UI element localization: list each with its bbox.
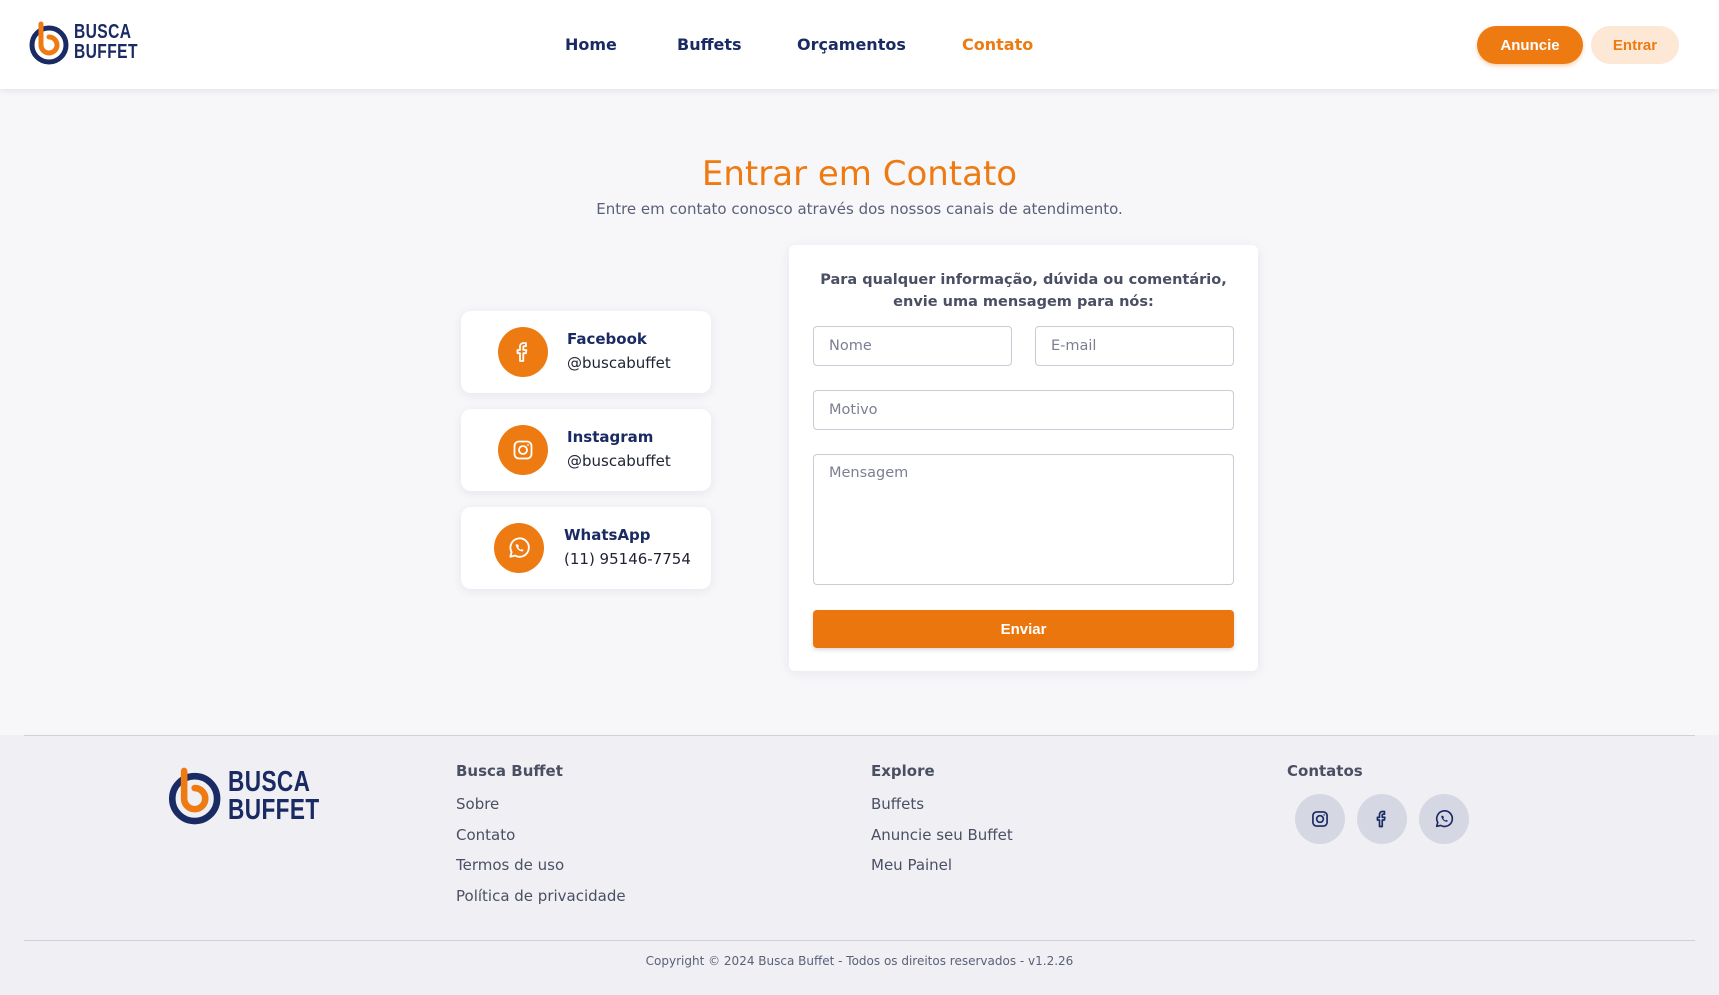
footer-instagram-icon[interactable] <box>1295 794 1345 844</box>
submit-button[interactable]: Enviar <box>813 610 1234 648</box>
facebook-icon <box>498 327 548 377</box>
channel-name: WhatsApp <box>564 526 651 544</box>
channel-value: @buscabuffet <box>567 452 671 470</box>
footer: BUSCA BUFFET Busca Buffet Sobre Contato … <box>0 735 1719 995</box>
footer-heading-explore: Explore <box>871 762 935 780</box>
channel-card-facebook[interactable]: Facebook @buscabuffet <box>461 311 711 393</box>
brand-logo-mark <box>29 21 69 65</box>
footer-link-contato[interactable]: Contato <box>456 826 515 844</box>
message-textarea[interactable] <box>813 454 1234 585</box>
footer-brand-line2: BUFFET <box>228 794 320 826</box>
footer-link-buffets[interactable]: Buffets <box>871 795 924 813</box>
reason-input[interactable] <box>813 390 1234 430</box>
entrar-button[interactable]: Entrar <box>1591 26 1679 64</box>
page-title: Entrar em Contato <box>701 154 1018 194</box>
form-intro-line2: envie uma mensagem para nós: <box>893 294 1154 310</box>
form-intro-line1: Para qualquer informação, dúvida ou come… <box>820 272 1227 288</box>
channel-card-instagram[interactable]: Instagram @buscabuffet <box>461 409 711 491</box>
instagram-icon <box>498 425 548 475</box>
brand-line1: BUSCA <box>74 21 132 43</box>
footer-divider-bottom <box>24 940 1695 941</box>
footer-facebook-icon[interactable] <box>1357 794 1407 844</box>
name-input[interactable] <box>813 326 1012 366</box>
channel-name: Facebook <box>567 330 647 348</box>
footer-brand-line1: BUSCA <box>228 766 311 798</box>
footer-link-termos[interactable]: Termos de uso <box>456 856 564 874</box>
nav-buffets[interactable]: Buffets <box>677 35 742 54</box>
nav-orcamentos[interactable]: Orçamentos <box>797 35 906 54</box>
brand-line2: BUFFET <box>74 41 138 63</box>
channel-card-whatsapp[interactable]: WhatsApp (11) 95146-7754 <box>461 507 711 589</box>
brand-logo[interactable]: BUSCA BUFFET <box>28 20 137 66</box>
channel-value: (11) 95146-7754 <box>564 550 691 568</box>
page-subtitle: Entre em contato conosco através dos nos… <box>596 200 1123 218</box>
footer-heading-busca-buffet: Busca Buffet <box>456 762 563 780</box>
form-intro: Para qualquer informação, dúvida ou come… <box>789 269 1258 313</box>
footer-link-sobre[interactable]: Sobre <box>456 795 499 813</box>
footer-divider-top <box>24 735 1695 736</box>
contact-form: Para qualquer informação, dúvida ou come… <box>789 245 1258 671</box>
footer-whatsapp-icon[interactable] <box>1419 794 1469 844</box>
nav-contato[interactable]: Contato <box>962 35 1033 54</box>
whatsapp-icon <box>494 523 544 573</box>
footer-link-painel[interactable]: Meu Painel <box>871 856 952 874</box>
footer-logo-mark <box>168 767 221 825</box>
footer-logo[interactable]: BUSCA BUFFET <box>167 765 319 827</box>
email-input[interactable] <box>1035 326 1234 366</box>
brand-wordmark: BUSCA BUFFET <box>74 22 138 62</box>
channel-value: @buscabuffet <box>567 354 671 372</box>
footer-link-privacidade[interactable]: Política de privacidade <box>456 887 626 905</box>
channel-name: Instagram <box>567 428 654 446</box>
footer-wordmark: BUSCA BUFFET <box>228 766 320 826</box>
anuncie-button[interactable]: Anuncie <box>1477 26 1583 64</box>
top-header: BUSCA BUFFET Home Buffets Orçamentos Con… <box>0 0 1719 89</box>
footer-heading-contatos: Contatos <box>1287 762 1363 780</box>
nav-home[interactable]: Home <box>565 35 617 54</box>
footer-link-anuncie[interactable]: Anuncie seu Buffet <box>871 826 1013 844</box>
copyright-text: Copyright © 2024 Busca Buffet - Todos os… <box>645 954 1074 968</box>
